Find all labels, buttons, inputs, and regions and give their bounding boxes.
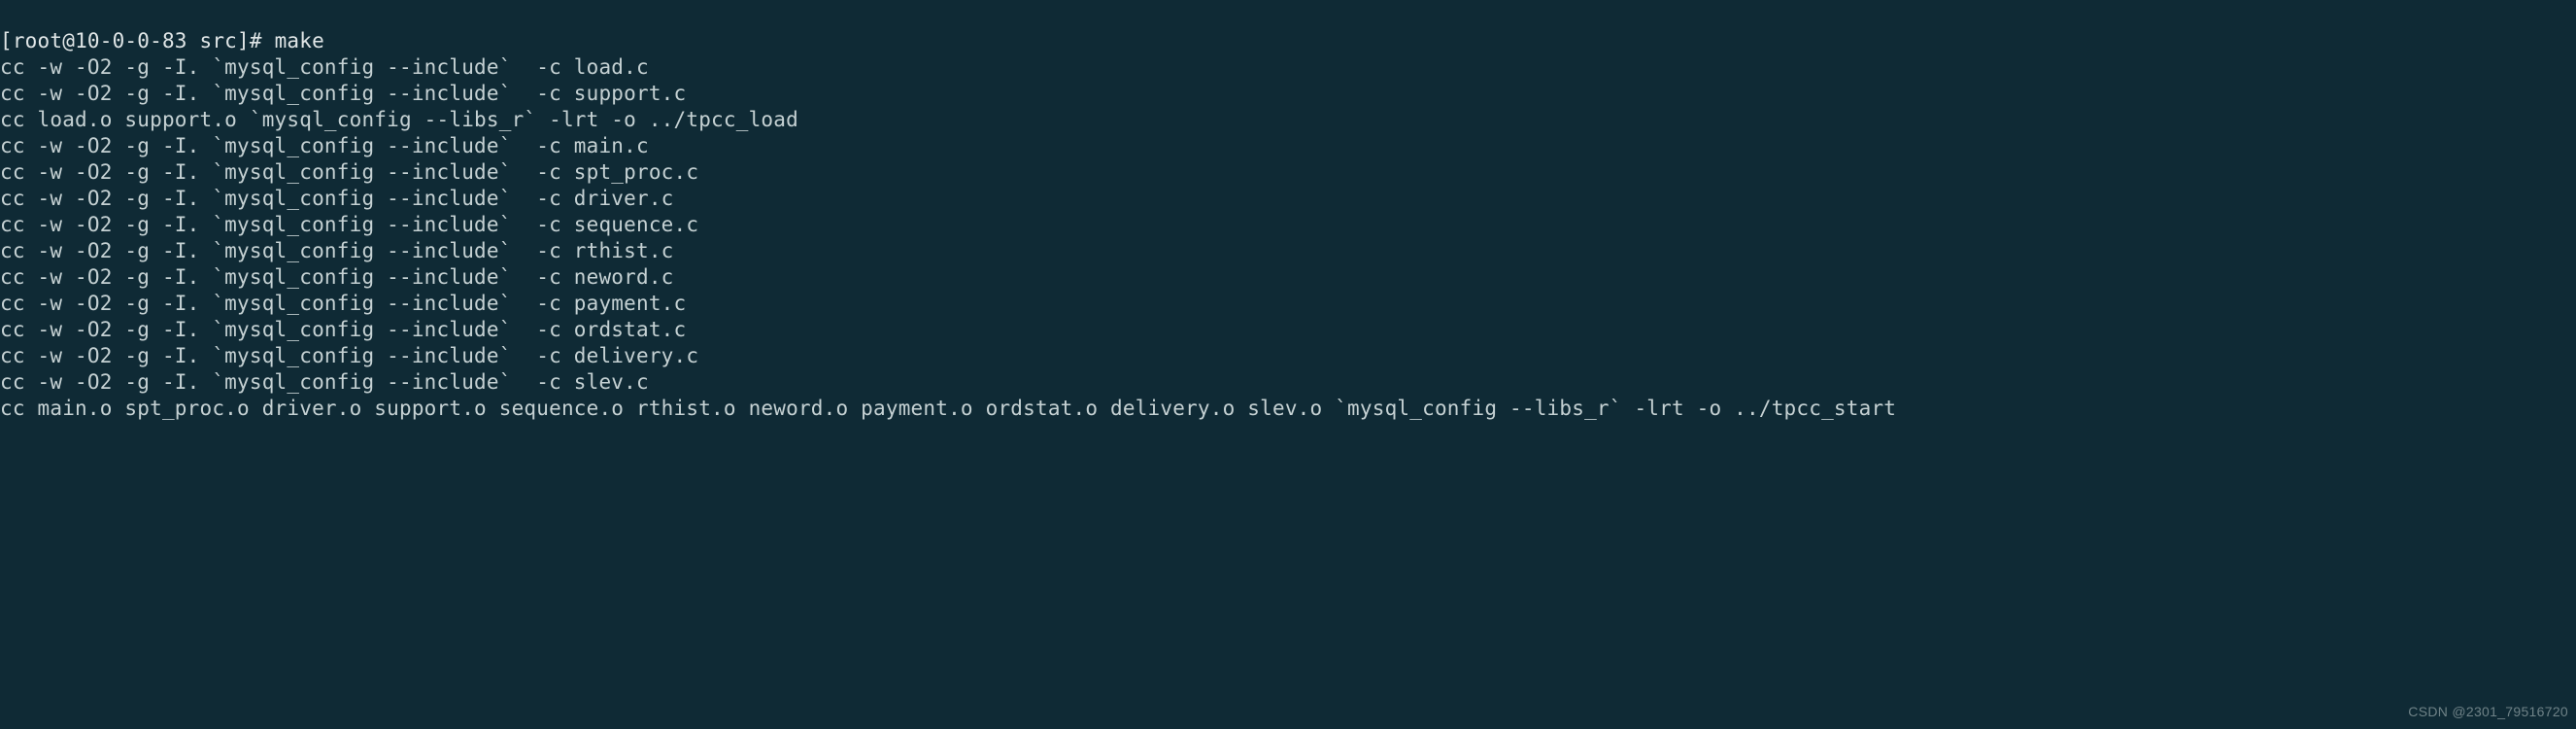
output-line: cc load.o support.o `mysql_config --libs… — [0, 108, 798, 131]
output-line: cc -w -O2 -g -I. `mysql_config --include… — [0, 187, 674, 210]
output-line: cc -w -O2 -g -I. `mysql_config --include… — [0, 55, 649, 79]
prompt-line: [root@10-0-0-83 src]# make — [0, 29, 324, 52]
output-line: cc -w -O2 -g -I. `mysql_config --include… — [0, 82, 686, 105]
prompt-symbol: # — [250, 29, 262, 52]
output-line: cc -w -O2 -g -I. `mysql_config --include… — [0, 160, 698, 184]
output-line: cc -w -O2 -g -I. `mysql_config --include… — [0, 239, 674, 262]
output-line: cc -w -O2 -g -I. `mysql_config --include… — [0, 344, 698, 367]
output-line: cc -w -O2 -g -I. `mysql_config --include… — [0, 370, 649, 394]
prompt-command: make — [275, 29, 324, 52]
terminal-output[interactable]: [root@10-0-0-83 src]# make cc -w -O2 -g … — [0, 2, 2576, 422]
prompt-close-bracket: ] — [237, 29, 250, 52]
prompt-user: root — [13, 29, 62, 52]
prompt-host: 10-0-0-83 — [75, 29, 187, 52]
prompt-dir: src — [200, 29, 238, 52]
output-line: cc -w -O2 -g -I. `mysql_config --include… — [0, 318, 686, 341]
output-line: cc -w -O2 -g -I. `mysql_config --include… — [0, 134, 649, 157]
output-line: cc -w -O2 -g -I. `mysql_config --include… — [0, 213, 698, 236]
watermark-text: CSDN @2301_79516720 — [2408, 699, 2568, 725]
output-line: cc -w -O2 -g -I. `mysql_config --include… — [0, 265, 674, 289]
output-line: cc -w -O2 -g -I. `mysql_config --include… — [0, 292, 686, 315]
output-line: cc main.o spt_proc.o driver.o support.o … — [0, 397, 1896, 420]
prompt-open-bracket: [ — [0, 29, 13, 52]
